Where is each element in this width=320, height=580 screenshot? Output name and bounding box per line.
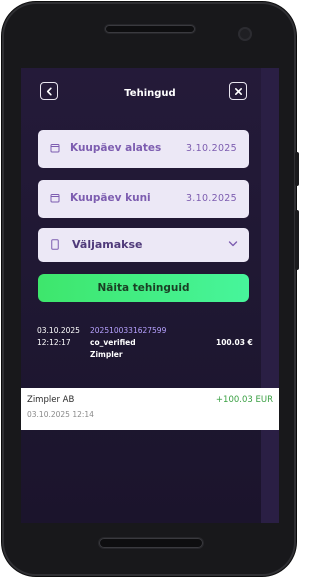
phone-frame: Tehingud Kuupäev alates 3.10.2025 Kuupäe… bbox=[2, 2, 299, 576]
card-icon bbox=[51, 239, 59, 250]
calendar-icon bbox=[50, 194, 60, 203]
power-button bbox=[295, 152, 299, 186]
receipt-name: Zimpler AB bbox=[27, 395, 75, 405]
transaction-type-select[interactable]: Väljamakse bbox=[38, 228, 249, 262]
date-to-value: 3.10.2025 bbox=[185, 193, 237, 204]
transaction-time: 12:12:17 bbox=[37, 338, 71, 347]
volume-button bbox=[295, 210, 299, 270]
date-from-label: Kuupäev alates bbox=[70, 142, 162, 154]
transaction-status: co_verified bbox=[90, 338, 136, 347]
date-to-field[interactable]: Kuupäev kuni 3.10.2025 bbox=[38, 180, 249, 218]
background-panel bbox=[261, 68, 279, 523]
transaction-row[interactable]: 03.10.2025 12:12:17 2025100331627599 co_… bbox=[37, 326, 257, 366]
date-from-value: 3.10.2025 bbox=[185, 143, 237, 154]
receipt-amount: +100.03 EUR bbox=[215, 395, 273, 405]
chevron-down-icon bbox=[228, 241, 238, 247]
receipt-datetime: 03.10.2025 12:14 bbox=[27, 410, 94, 419]
close-button[interactable] bbox=[229, 82, 247, 100]
bottom-speaker bbox=[99, 538, 203, 548]
calendar-icon bbox=[50, 144, 60, 153]
earpiece-speaker bbox=[105, 25, 195, 33]
front-camera bbox=[238, 27, 252, 41]
transaction-amount: 100.03 € bbox=[216, 338, 253, 347]
type-select-value: Väljamakse bbox=[72, 238, 143, 251]
date-to-label: Kuupäev kuni bbox=[70, 192, 151, 204]
transaction-date: 03.10.2025 bbox=[37, 326, 80, 335]
show-transactions-button[interactable]: Näita tehinguid bbox=[38, 274, 249, 302]
date-from-field[interactable]: Kuupäev alates 3.10.2025 bbox=[38, 130, 249, 168]
receipt-card[interactable]: Zimpler AB 03.10.2025 12:14 +100.03 EUR bbox=[21, 388, 279, 430]
transaction-id: 2025100331627599 bbox=[90, 326, 167, 335]
transaction-merchant: Zimpler bbox=[90, 350, 123, 359]
app-screen: Tehingud Kuupäev alates 3.10.2025 Kuupäe… bbox=[21, 68, 279, 523]
close-icon bbox=[234, 87, 242, 95]
